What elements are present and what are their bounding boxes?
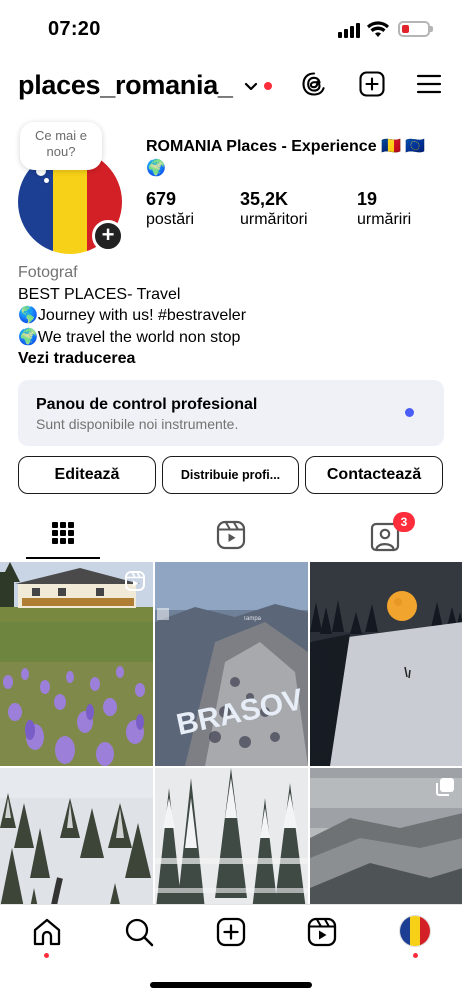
stat-posts[interactable]: 679 postări	[146, 188, 194, 230]
active-tab-indicator	[26, 557, 100, 559]
wifi-icon	[367, 21, 389, 37]
battery-icon	[398, 21, 433, 37]
tagged-badge: 3	[393, 512, 415, 532]
stat-value: 35,2K	[240, 189, 289, 209]
home-indicator	[150, 982, 312, 988]
dashboard-new-dot	[405, 408, 414, 417]
stat-value: 19	[357, 189, 378, 209]
chevron-down-icon[interactable]	[244, 82, 258, 92]
reels-icon[interactable]	[305, 915, 339, 949]
stat-value: 679	[146, 189, 177, 209]
status-time: 07:20	[48, 18, 101, 40]
post-thumbnail[interactable]	[155, 768, 308, 904]
stat-followers[interactable]: 35,2K urmăritori	[240, 188, 308, 230]
professional-dashboard[interactable]: Panou de control profesional Sunt dispon…	[18, 380, 444, 446]
snowy-forest-hut-photo	[155, 768, 308, 904]
menu-icon[interactable]	[415, 70, 443, 98]
profile-header: places_romania_	[0, 62, 462, 112]
see-translation-link[interactable]: Vezi traducerea	[18, 348, 448, 370]
profile-category: Fotograf	[18, 264, 78, 281]
post-thumbnail[interactable]	[0, 768, 153, 904]
create-icon[interactable]	[358, 70, 386, 98]
reels-tab-icon[interactable]	[215, 519, 247, 551]
share-profile-button[interactable]: Distribuie profi...	[162, 456, 299, 494]
svg-text:Tampa: Tampa	[243, 616, 262, 622]
profile-bio: Fotograf BEST PLACES- Travel 🌎Journey wi…	[18, 262, 448, 370]
note-bubble[interactable]: Ce mai e nou?	[20, 122, 102, 170]
post-thumbnail[interactable]	[310, 768, 462, 904]
dashboard-title: Panou de control profesional	[36, 396, 258, 413]
notification-dot	[264, 82, 272, 90]
grid-icon[interactable]	[47, 517, 79, 549]
post-thumbnail[interactable]	[310, 562, 462, 766]
threads-icon[interactable]	[300, 70, 328, 98]
home-icon[interactable]	[30, 915, 64, 949]
search-icon[interactable]	[122, 915, 156, 949]
profile-display-name: ROMANIA Places - Experience 🇷🇴 🇪🇺 🌍	[146, 138, 426, 177]
account-switcher[interactable]: places_romania_	[18, 70, 233, 101]
stat-label: postări	[146, 211, 195, 228]
signal-icon	[338, 22, 360, 38]
stat-label: urmăritori	[240, 211, 308, 228]
crocus-field-cabin-photo	[0, 562, 153, 766]
note-bubble-tail	[44, 178, 49, 183]
edit-profile-button[interactable]: Editează	[18, 456, 156, 494]
home-notification-dot	[44, 953, 49, 958]
post-grid: Tampa BRASOV	[0, 562, 462, 904]
brasov-sign-photo: Tampa BRASOV	[155, 562, 308, 766]
profile-notification-dot	[413, 953, 418, 958]
add-story-button[interactable]: +	[92, 220, 124, 252]
profile-avatar[interactable]	[399, 915, 431, 947]
full-moon-ski-slope-photo	[310, 562, 462, 766]
bio-line: BEST PLACES- Travel	[18, 285, 181, 303]
create-icon[interactable]	[214, 915, 248, 949]
status-bar: 07:20	[0, 0, 462, 58]
profile-tabs: 3	[0, 512, 462, 560]
snowy-forest-cabin-aerial-photo	[0, 768, 153, 904]
reel-indicator-icon	[125, 571, 145, 591]
stat-label: urmăriri	[357, 211, 412, 228]
dashboard-subtitle: Sunt disponibile noi instrumente.	[36, 416, 239, 432]
contact-button[interactable]: Contactează	[305, 456, 443, 494]
stat-following[interactable]: 19 urmăriri	[357, 188, 411, 230]
bio-line: 🌎Journey with us! #bestraveler	[18, 307, 247, 324]
carousel-indicator-icon	[436, 778, 454, 796]
post-thumbnail[interactable]: Tampa BRASOV	[155, 562, 308, 766]
post-thumbnail[interactable]	[0, 562, 153, 766]
bio-line: 🌍We travel the world non stop	[18, 328, 241, 346]
